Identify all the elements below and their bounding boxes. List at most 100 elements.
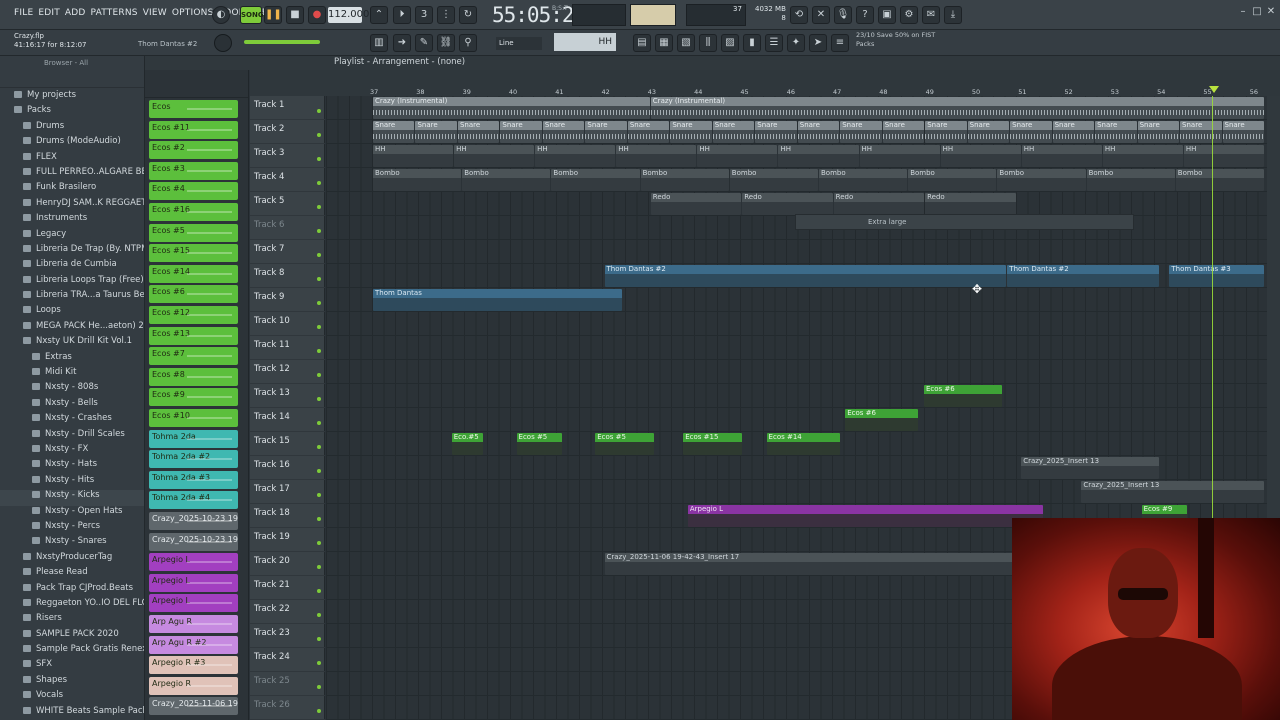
browser-item[interactable]: Nxsty - Hats: [0, 459, 144, 474]
picker-clip[interactable]: Ecos #12: [149, 306, 238, 324]
track-header[interactable]: Track 5: [250, 192, 325, 216]
playlist-clip[interactable]: Snare: [1180, 121, 1222, 143]
picker-clip[interactable]: Ecos #6: [149, 285, 238, 304]
picker-clip[interactable]: Arpegio L: [149, 553, 238, 572]
playlist-clip[interactable]: Redo: [742, 193, 833, 215]
playlist-clip[interactable]: Bombo: [729, 169, 818, 191]
wait-input-icon[interactable]: ⏵: [393, 6, 411, 24]
browser-item[interactable]: My projects: [0, 90, 144, 105]
playlist-clip[interactable]: Ecos #6: [923, 385, 1002, 407]
loop-record-icon[interactable]: ↻: [459, 6, 477, 24]
picker-clip[interactable]: Ecos #2: [149, 141, 238, 160]
playlist-clip[interactable]: Bombo: [819, 169, 908, 191]
track-header[interactable]: Track 6: [250, 216, 325, 240]
playlist-clip[interactable]: Thom Dantas #2: [1007, 265, 1160, 287]
track-header[interactable]: Track 15: [250, 432, 325, 456]
browser-item[interactable]: Funk Brasilero: [0, 182, 144, 197]
step-edit-icon[interactable]: ⋮: [437, 6, 455, 24]
playlist-clip[interactable]: Snare: [882, 121, 925, 143]
picker-clip[interactable]: Ecos #15: [149, 244, 238, 263]
playlist-clip[interactable]: HH: [454, 145, 535, 167]
playlist-clip[interactable]: HH: [1183, 145, 1264, 167]
track-enable-led[interactable]: [317, 613, 321, 617]
track-enable-led[interactable]: [317, 253, 321, 257]
menu-item-4[interactable]: VIEW: [143, 8, 167, 18]
track-header[interactable]: Track 9: [250, 288, 325, 312]
browser-item[interactable]: FLEX: [0, 152, 144, 167]
playlist-clip[interactable]: HH: [697, 145, 778, 167]
track-enable-led[interactable]: [317, 277, 321, 281]
track-header[interactable]: Track 4: [250, 168, 325, 192]
menu-item-3[interactable]: PATTERNS: [91, 8, 138, 18]
browser-item[interactable]: Nxsty - Open Hats: [0, 506, 144, 521]
track-enable-led[interactable]: [317, 517, 321, 521]
browser-item[interactable]: Nxsty - Bells: [0, 398, 144, 413]
track-header[interactable]: Track 21: [250, 576, 325, 600]
picker-clip[interactable]: Ecos: [149, 100, 238, 118]
browser-item[interactable]: Shapes: [0, 675, 144, 690]
track-header[interactable]: Track 2: [250, 120, 325, 144]
playlist-clip[interactable]: Crazy_2025_Insert 13: [1081, 481, 1264, 503]
browser-item[interactable]: SFX: [0, 659, 144, 674]
picker-clip[interactable]: Arpegio R #3: [149, 656, 238, 675]
track-header[interactable]: Track 12: [250, 360, 325, 384]
playlist-clip[interactable]: Snare: [627, 121, 670, 143]
stamp-icon[interactable]: ⚲: [459, 34, 477, 52]
playlist-clip[interactable]: Arpegio L: [687, 505, 1044, 527]
snap-select[interactable]: Line: [496, 37, 542, 50]
browser-item[interactable]: MEGA PACK He...aeton) 2021: [0, 321, 144, 336]
playlist-clip[interactable]: Snare: [1137, 121, 1180, 143]
playlist-clip[interactable]: Bombo: [462, 169, 551, 191]
playlist-clip[interactable]: Snare: [967, 121, 1010, 143]
browser-item[interactable]: Nxsty - Crashes: [0, 413, 144, 428]
playlist-clip[interactable]: Snare: [670, 121, 712, 143]
save-icon[interactable]: ▣: [878, 6, 896, 24]
track-enable-led[interactable]: [317, 109, 321, 113]
playlist-clip[interactable]: Snare: [542, 121, 585, 143]
playlist-clip[interactable]: Redo: [833, 193, 925, 215]
browser-item[interactable]: Risers: [0, 613, 144, 628]
picker-clip[interactable]: Ecos #9: [149, 388, 238, 407]
browser-item[interactable]: Libreria de Cumbia: [0, 259, 144, 274]
playlist-icon[interactable]: ▤: [633, 34, 651, 52]
track-enable-led[interactable]: [317, 469, 321, 473]
stop-button[interactable]: ■: [286, 6, 304, 24]
playlist-clip[interactable]: Snare: [840, 121, 882, 143]
playlist-clip[interactable]: Snare: [373, 121, 415, 143]
playlist-clip[interactable]: Bombo: [1086, 169, 1175, 191]
track-header[interactable]: Track 18: [250, 504, 325, 528]
playlist-clip[interactable]: Snare: [1222, 121, 1264, 143]
picker-clip[interactable]: Ecos #10: [149, 409, 238, 427]
song-mode-button[interactable]: SONG: [240, 6, 264, 24]
browser-item[interactable]: Legacy: [0, 229, 144, 244]
menu-item-0[interactable]: FILE: [14, 8, 33, 18]
browser-item[interactable]: Libreria De Trap (By. NTPM): [0, 244, 144, 259]
picker-clip[interactable]: Ecos #3: [149, 161, 238, 180]
track-header[interactable]: Track 3: [250, 144, 325, 168]
browser-item[interactable]: Nxsty - Kicks: [0, 490, 144, 506]
download-icon[interactable]: ⤓: [944, 6, 962, 24]
browser-item[interactable]: Nxsty - FX: [0, 444, 144, 459]
menu-icon[interactable]: ≡: [831, 34, 849, 52]
playlist-clip[interactable]: Bombo: [1175, 169, 1264, 191]
playlist-clip[interactable]: HH: [940, 145, 1021, 167]
menu-item-1[interactable]: EDIT: [38, 8, 60, 18]
track-header[interactable]: Track 14: [250, 408, 325, 432]
link-icon[interactable]: ⛓: [437, 34, 455, 52]
playlist-clip[interactable]: Bombo: [373, 169, 462, 191]
pattern-song-toggle-icon[interactable]: ◐: [212, 6, 230, 24]
playlist-clip[interactable]: Snare: [755, 121, 797, 143]
playlist-clip[interactable]: Snare: [925, 121, 967, 143]
playlist-clip[interactable]: Snare: [415, 121, 457, 143]
playlist-clip[interactable]: Crazy (Instrumental): [373, 97, 650, 119]
track-header[interactable]: Track 19: [250, 528, 325, 552]
playlist-clip[interactable]: Ecos #14: [766, 433, 840, 455]
playlist-clip[interactable]: Redo: [650, 193, 742, 215]
track-enable-led[interactable]: [317, 421, 321, 425]
playlist-clip[interactable]: Bombo: [908, 169, 997, 191]
track-enable-led[interactable]: [317, 301, 321, 305]
browser-item[interactable]: Libreria Loops Trap (Free): [0, 275, 144, 290]
track-header[interactable]: Track 13: [250, 384, 325, 408]
playlist-clip[interactable]: Ecos #6: [845, 409, 919, 431]
browser-item[interactable]: Loops: [0, 305, 144, 320]
